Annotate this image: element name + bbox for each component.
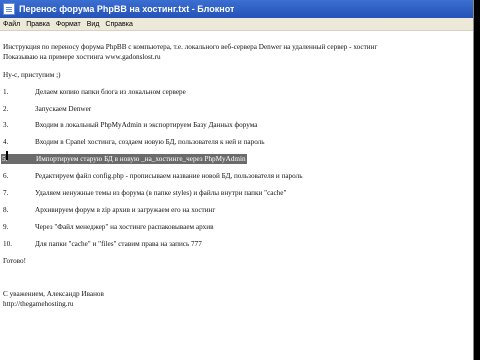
step-number: 4. — [3, 138, 9, 146]
menu-view[interactable]: Вид — [87, 21, 100, 28]
step-text: Удаляем ненужные темы из форума (в папке… — [35, 189, 287, 197]
step-text: Входим в Cpanel хостинга, создаем новую … — [35, 138, 265, 146]
step-text: Запускаем Denwer — [35, 105, 92, 113]
step-text: Для папки "cache" и "files" ставим права… — [35, 240, 202, 248]
menu-bar: Файл Правка Формат Вид Справка — [0, 18, 473, 31]
step-text: Делаем копию папки блога из локальном се… — [35, 88, 186, 96]
text-cursor — [6, 151, 8, 160]
menu-edit[interactable]: Правка — [26, 21, 50, 28]
window-title: Перенос форума PhpBB на хостинг.txt - Бл… — [19, 4, 235, 14]
step-number: 8. — [3, 206, 9, 214]
intro-line-2: Показываю на примере хостинга www.gadons… — [3, 53, 161, 61]
notepad-window: Перенос форума PhpBB на хостинг.txt - Бл… — [0, 0, 474, 360]
greeting-line: Ну-с, приступим ;) — [3, 71, 61, 79]
signature-url: http://thegamehosting.ru — [3, 300, 74, 308]
step-number: 10. — [3, 240, 12, 248]
step-text: Редактируем файл config.php - прописывае… — [35, 172, 303, 180]
step-text-selected[interactable]: Импортируем старую БД в новую _на_хостин… — [35, 154, 247, 164]
step-text: Через "Файл менеджер" на хостинге распак… — [35, 223, 214, 231]
notepad-icon — [3, 3, 15, 15]
step-number: 3. — [3, 121, 9, 129]
step-text: Входим в локальный PhpMyAdmin и экспорти… — [35, 121, 258, 129]
step-number: 2. — [3, 105, 9, 113]
signature-line: С уважением, Александр Иванов — [3, 290, 104, 298]
done-line: Готово! — [3, 257, 26, 265]
step-number: 6. — [3, 172, 9, 180]
intro-line-1: Инструкция по переносу форума PhpBB с ко… — [3, 43, 378, 51]
step-text: Архивируем форум в zip архив и загружаем… — [35, 206, 216, 214]
title-bar[interactable]: Перенос форума PhpBB на хостинг.txt - Бл… — [0, 0, 473, 18]
menu-file[interactable]: Файл — [3, 21, 20, 28]
menu-format[interactable]: Формат — [56, 21, 81, 28]
step-number: 9. — [3, 223, 9, 231]
step-number: 1. — [3, 88, 9, 96]
menu-help[interactable]: Справка — [105, 21, 132, 28]
step-number: 7. — [3, 189, 9, 197]
text-area[interactable]: Инструкция по переносу форума PhpBB с ко… — [0, 31, 473, 308]
